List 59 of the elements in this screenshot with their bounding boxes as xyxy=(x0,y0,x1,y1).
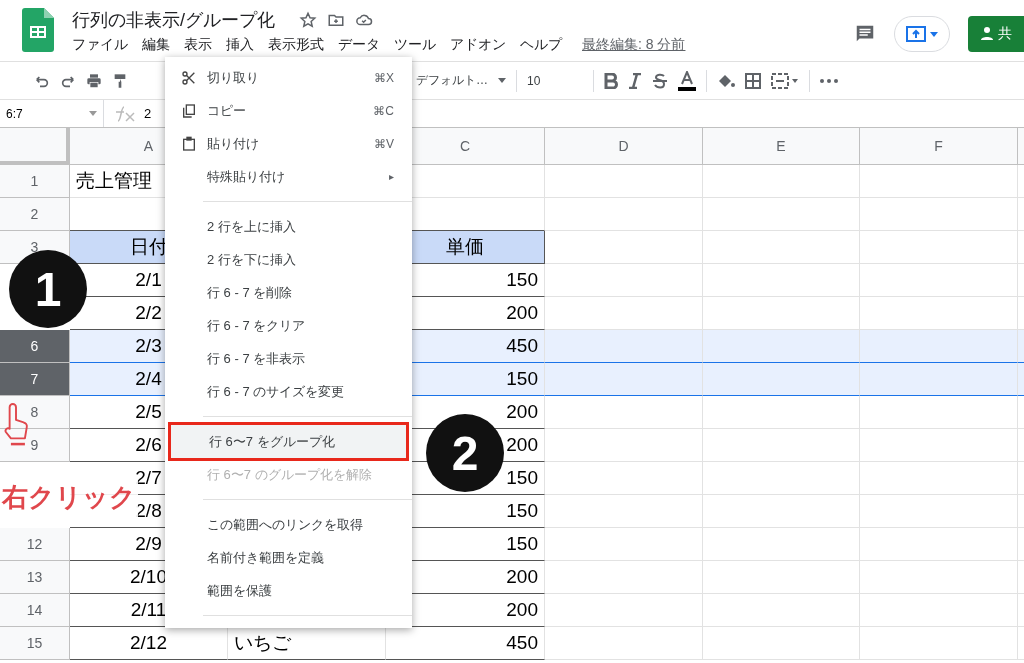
share-button[interactable]: 共 xyxy=(968,16,1024,52)
menu-item[interactable]: 切り取り ⌘X xyxy=(169,61,408,94)
font-size-dropdown[interactable]: 10 xyxy=(527,73,583,88)
text-color-icon[interactable] xyxy=(678,70,696,91)
more-icon[interactable] xyxy=(820,78,838,83)
formula-field[interactable]: 2 xyxy=(136,106,152,121)
row-header[interactable]: 1 xyxy=(0,165,70,198)
star-icon[interactable] xyxy=(299,11,317,29)
font-dropdown[interactable]: デフォルト… xyxy=(416,72,488,89)
copy-icon xyxy=(181,102,197,119)
row-header[interactable]: 15 xyxy=(0,627,70,660)
row-header[interactable]: 14 xyxy=(0,594,70,627)
menu-item[interactable]: 挿入 xyxy=(226,36,254,54)
bold-icon[interactable] xyxy=(604,72,618,89)
menu-item[interactable]: アドオン xyxy=(450,36,506,54)
scissors-icon xyxy=(181,69,197,86)
row-header[interactable]: 6 xyxy=(0,330,70,363)
menu-item[interactable]: 編集 xyxy=(142,36,170,54)
italic-icon[interactable] xyxy=(628,72,642,89)
strikethrough-icon[interactable] xyxy=(652,72,668,89)
merge-cells-icon[interactable] xyxy=(771,72,799,89)
borders-icon[interactable] xyxy=(745,72,761,89)
function-icon xyxy=(116,105,136,122)
caret-icon xyxy=(89,111,97,116)
row-header[interactable]: 13 xyxy=(0,561,70,594)
hint-label: 右クリック xyxy=(0,478,138,517)
shortcut-label: ⌘C xyxy=(373,103,394,118)
menu-item[interactable]: ファイル xyxy=(72,36,128,54)
step-marker: 2 xyxy=(426,414,504,492)
row-header[interactable]: 9 xyxy=(0,429,70,462)
menu-item[interactable]: 行 6〜7 をグループ化 xyxy=(171,425,406,458)
caret-icon xyxy=(930,31,938,37)
present-icon xyxy=(906,26,926,42)
menu-item[interactable]: ツール xyxy=(394,36,436,54)
last-edit-link[interactable]: 最終編集: 8 分前 xyxy=(582,36,686,54)
fill-color-icon[interactable] xyxy=(717,72,735,89)
column-header[interactable]: F xyxy=(860,128,1018,165)
column-header[interactable]: D xyxy=(545,128,703,165)
pointing-hand-icon xyxy=(2,402,30,448)
row-header[interactable]: 7 xyxy=(0,363,70,396)
row-header[interactable]: 8 xyxy=(0,396,70,429)
menu-item[interactable]: データ xyxy=(338,36,380,54)
menu-item[interactable]: 表示形式 xyxy=(268,36,324,54)
sheets-logo-icon xyxy=(22,8,54,52)
paint-format-icon[interactable] xyxy=(112,72,128,89)
caret-icon xyxy=(498,78,506,83)
person-icon xyxy=(980,26,994,42)
menu-item[interactable]: ヘルプ xyxy=(520,36,562,54)
document-title[interactable]: 行列の非表示/グループ化 xyxy=(72,8,275,32)
menu-item[interactable]: コピー ⌘C xyxy=(169,94,408,127)
print-icon[interactable] xyxy=(86,72,102,89)
row-header[interactable]: 12 xyxy=(0,528,70,561)
name-box[interactable]: 6:7 xyxy=(0,100,104,127)
shortcut-label: ⌘X xyxy=(374,70,394,85)
clipboard-icon xyxy=(181,135,197,152)
submenu-arrow: ▸ xyxy=(389,171,394,182)
column-header[interactable]: E xyxy=(703,128,860,165)
menu-item[interactable]: 表示 xyxy=(184,36,212,54)
row-header[interactable]: 2 xyxy=(0,198,70,231)
